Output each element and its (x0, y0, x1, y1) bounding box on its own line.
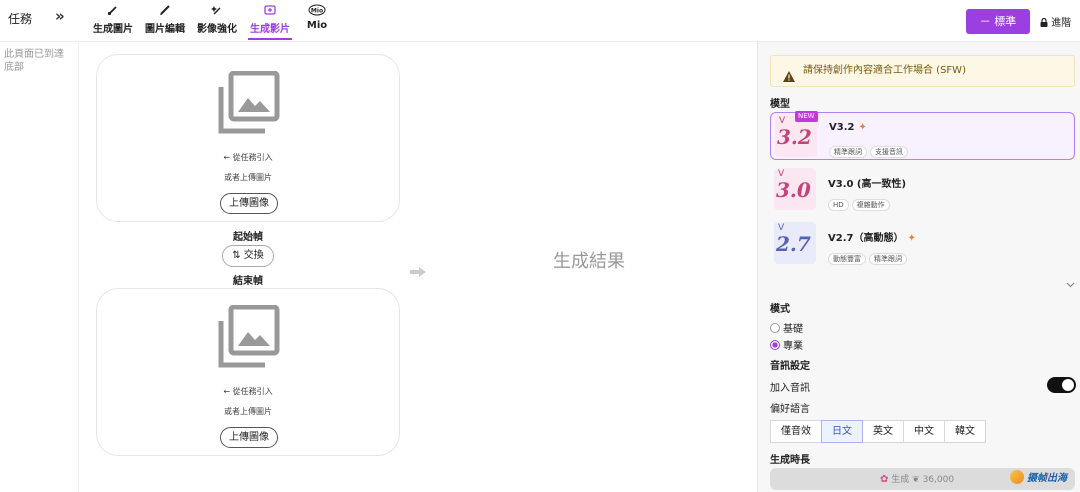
credit-icon: ❦ (912, 475, 920, 485)
tab-label: Mio (306, 20, 328, 31)
svg-text:Mio: Mio (311, 8, 323, 15)
mode-radio-basic[interactable]: 基礎 (770, 320, 803, 335)
sidebar-divider (78, 42, 79, 492)
swap-frames-button[interactable]: ⇅ 交換 (222, 245, 274, 267)
sparkle-icon: ✦ (858, 122, 867, 133)
advanced-mode-button[interactable]: 進階 (1040, 14, 1071, 29)
tab-generate-image[interactable]: 生成圖片 (92, 4, 134, 40)
language-option-chinese[interactable]: 中文 (903, 420, 945, 443)
top-bar: 任務 » 生成圖片 圖片編輯 影像強化 生成影片 Mio Mio － 標準 進階 (0, 0, 1080, 42)
lock-icon (1040, 17, 1051, 29)
model-title: V3.2 ✦ (829, 122, 867, 133)
sfw-warning-banner: 請保持創作內容適合工作場合 (SFW) (770, 55, 1075, 87)
tab-label: 影像強化 (197, 24, 237, 35)
or-upload-text: 或者上傳圖片 (224, 173, 272, 182)
model-option-v32[interactable]: V 3.2 NEW V3.2 ✦ 精準跟詞 支援音訊 (770, 111, 1075, 160)
model-tag: 精準跟詞 (829, 146, 867, 158)
tab-label: 生成圖片 (93, 24, 133, 35)
model-option-v30[interactable]: V 3.0 V3.0 (高一致性) HD 複雜動作 (770, 166, 1075, 214)
tab-image-enhance[interactable]: 影像強化 (196, 4, 238, 40)
generate-label: 生成 (891, 475, 910, 485)
start-frame-dropzone[interactable]: ← 從任務引入 或者上傳圖片 上傳圖像 (96, 54, 400, 222)
advanced-label: 進階 (1051, 18, 1072, 29)
pencil-icon (144, 4, 186, 20)
warning-text: 請保持創作內容適合工作場合 (SFW) (803, 65, 966, 76)
standard-mode-button[interactable]: － 標準 (966, 9, 1030, 34)
arrow-right-icon (409, 263, 427, 277)
sidebar-end-note: 此頁面已到達底部 (4, 49, 64, 73)
tab-label: 圖片編輯 (145, 24, 185, 35)
brush-icon (92, 4, 134, 20)
tab-mio[interactable]: Mio Mio (302, 4, 332, 40)
model-thumbnail: V 2.7 (774, 222, 816, 264)
model-option-v27[interactable]: V 2.7 V2.7（高動態） ✦ 動態豐富 精準跟詞 (770, 220, 1075, 268)
model-title: V2.7（高動態） ✦ (828, 233, 916, 244)
language-option-korean[interactable]: 韓文 (944, 420, 986, 443)
sparkle-wand-icon (196, 4, 238, 20)
language-option-japanese[interactable]: 日文 (821, 420, 863, 443)
chevron-down-icon[interactable] (1066, 281, 1075, 291)
model-tag: HD (828, 199, 849, 211)
language-option-english[interactable]: 英文 (862, 420, 904, 443)
credit-cost: 36,000 (922, 475, 955, 485)
radio-label: 專業 (783, 341, 803, 352)
duration-section-title: 生成時長 (770, 455, 810, 466)
add-audio-toggle[interactable] (1047, 377, 1076, 393)
import-from-task-link[interactable]: ← 從任務引入 (97, 152, 399, 163)
model-tag: 複雜動作 (851, 199, 890, 211)
start-frame-label: 起始幀 (233, 232, 263, 243)
mio-icon: Mio (302, 4, 332, 20)
watermark: 摄帧出海 (1010, 469, 1067, 484)
radio-checked-icon (770, 340, 780, 350)
video-plus-icon (248, 4, 292, 20)
or-upload-text: 或者上傳圖片 (224, 407, 272, 416)
radio-label: 基礎 (783, 324, 803, 335)
mode-radio-pro[interactable]: 專業 (770, 337, 803, 352)
mode-section-title: 模式 (770, 304, 790, 315)
add-audio-label: 加入音訊 (770, 383, 810, 394)
import-from-task-link[interactable]: ← 從任務引入 (97, 386, 399, 397)
watermark-logo-icon (1010, 470, 1024, 484)
tab-label: 生成影片 (250, 24, 290, 35)
tab-image-edit[interactable]: 圖片編輯 (144, 4, 186, 40)
image-placeholder-icon (217, 304, 281, 373)
tab-generate-video[interactable]: 生成影片 (248, 4, 292, 40)
upload-image-button[interactable]: 上傳圖像 (220, 193, 278, 214)
generation-result-placeholder: 生成結果 (553, 251, 625, 272)
model-tag: 動態豐富 (828, 253, 866, 265)
generate-button-content: ✿ 生成 ❦ 36,000 (880, 472, 954, 485)
collapse-sidebar-icon[interactable]: » (55, 7, 65, 25)
model-tag: 精準跟詞 (869, 253, 907, 265)
end-frame-dropzone[interactable]: ← 從任務引入 或者上傳圖片 上傳圖像 (96, 288, 400, 456)
toggle-knob (1062, 379, 1074, 391)
sparkle-icon: ✦ (907, 233, 916, 244)
upload-image-button[interactable]: 上傳圖像 (220, 427, 278, 448)
new-badge: NEW (795, 111, 818, 122)
language-option-sfx-only[interactable]: 僅音效 (770, 420, 822, 443)
model-section-title: 模型 (770, 99, 790, 110)
model-thumbnail: V 3.0 (774, 168, 816, 210)
tasks-label: 任務 (8, 12, 33, 26)
image-placeholder-icon (217, 70, 281, 139)
generate-icon: ✿ (880, 474, 889, 485)
model-title: V3.0 (高一致性) (828, 179, 907, 190)
warning-icon (783, 65, 795, 82)
audio-section-title: 音訊設定 (770, 361, 810, 372)
model-tag: 支援音訊 (870, 146, 908, 158)
preferred-language-label: 偏好語言 (770, 404, 810, 415)
radio-unchecked-icon (770, 323, 780, 333)
language-segmented-control: 僅音效 日文 英文 中文 韓文 (770, 420, 986, 443)
